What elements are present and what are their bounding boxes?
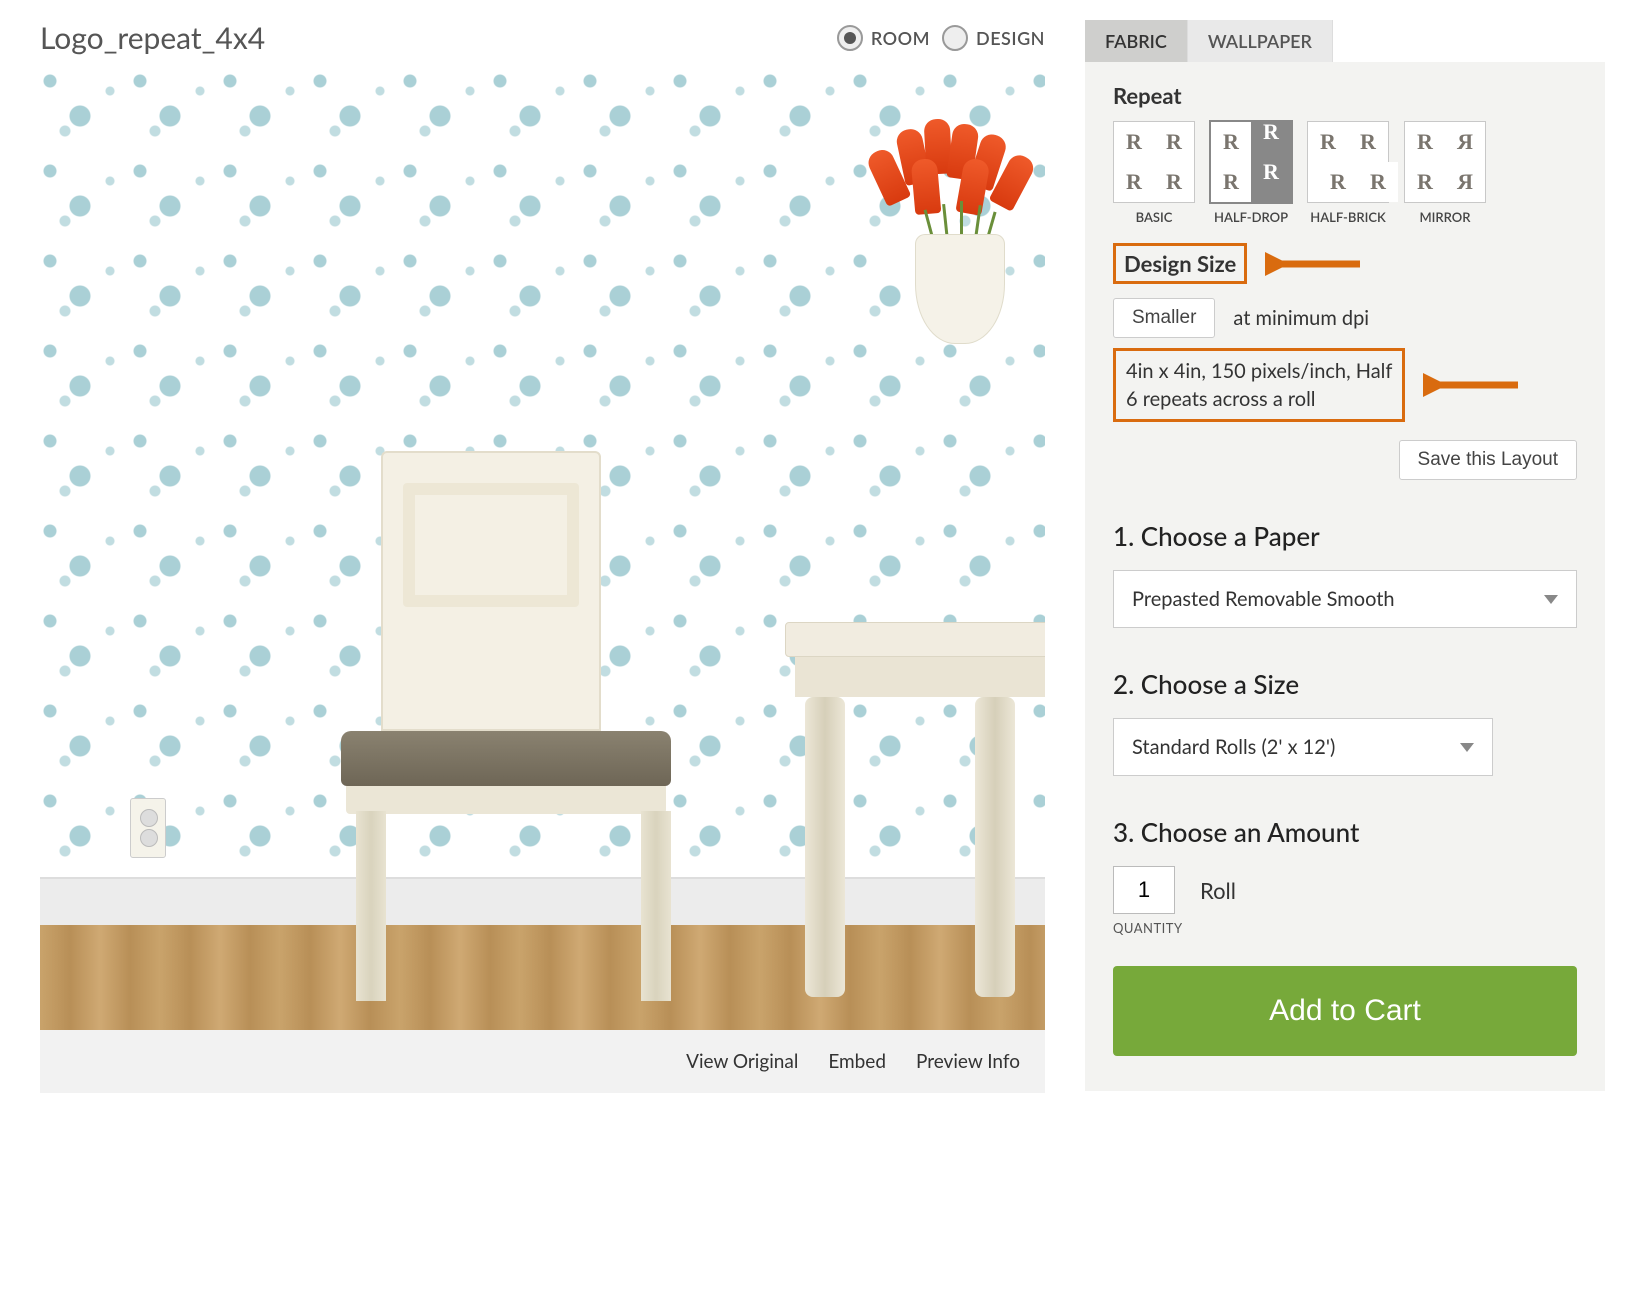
design-size-line2: 6 repeats across a roll [1126,385,1392,413]
arrow-annotation-icon [1423,370,1523,400]
choose-paper-heading: 1. Choose a Paper [1113,520,1577,552]
repeat-options: RRRR BASIC RR RR HALF-DROP RR RR HALF-BR… [1113,121,1577,225]
repeat-mirror[interactable]: RR RR MIRROR [1404,121,1486,225]
dpi-note: at minimum dpi [1233,306,1369,330]
radio-icon [837,25,863,51]
quantity-caption: QUANTITY [1113,920,1577,936]
design-size-line1: 4in x 4in, 150 pixels/inch, Half [1126,357,1392,385]
view-room-label: ROOM [871,27,930,49]
chevron-down-icon [1544,595,1558,604]
repeat-basic[interactable]: RRRR BASIC [1113,121,1195,225]
tab-wallpaper[interactable]: WALLPAPER [1188,20,1333,62]
design-size-highlight: Design Size [1113,243,1247,284]
paper-select[interactable]: Prepasted Removable Smooth [1113,570,1577,628]
repeat-half-brick-label: HALF-BRICK [1307,209,1389,225]
chair-illustration [301,451,661,1011]
design-size-info: 4in x 4in, 150 pixels/inch, Half 6 repea… [1113,348,1405,422]
paper-select-value: Prepasted Removable Smooth [1132,587,1395,611]
smaller-button[interactable]: Smaller [1113,298,1215,338]
save-layout-button[interactable]: Save this Layout [1399,440,1577,480]
view-toggle: ROOM DESIGN [837,25,1045,51]
product-tabs: FABRIC WALLPAPER [1085,20,1605,62]
repeat-mirror-label: MIRROR [1404,209,1486,225]
quantity-input[interactable] [1113,866,1175,914]
wall-outlet [130,798,166,858]
table-illustration [785,462,1045,1002]
design-size-label: Design Size [1124,250,1236,277]
view-design-radio[interactable]: DESIGN [942,25,1045,51]
embed-link[interactable]: Embed [828,1050,886,1073]
repeat-half-drop[interactable]: RR RR HALF-DROP [1210,121,1292,225]
preview-info-link[interactable]: Preview Info [916,1050,1020,1073]
size-select-value: Standard Rolls (2' x 12') [1132,735,1335,759]
preview-box: View Original Embed Preview Info [40,71,1045,1093]
repeat-basic-label: BASIC [1113,209,1195,225]
vase-illustration [895,119,1015,344]
choose-size-heading: 2. Choose a Size [1113,668,1577,700]
view-design-label: DESIGN [976,27,1045,49]
room-preview-image[interactable] [40,71,1045,1030]
quantity-unit: Roll [1200,877,1236,904]
repeat-half-brick[interactable]: RR RR HALF-BRICK [1307,121,1389,225]
repeat-heading: Repeat [1113,82,1577,109]
arrow-annotation-icon [1265,249,1365,279]
radio-icon [942,25,968,51]
size-select[interactable]: Standard Rolls (2' x 12') [1113,718,1493,776]
choose-amount-heading: 3. Choose an Amount [1113,816,1577,848]
product-title: Logo_repeat_4x4 [40,20,265,56]
repeat-half-drop-label: HALF-DROP [1210,209,1292,225]
add-to-cart-button[interactable]: Add to Cart [1113,966,1577,1056]
view-room-radio[interactable]: ROOM [837,25,930,51]
chevron-down-icon [1460,743,1474,752]
tab-fabric[interactable]: FABRIC [1085,20,1188,62]
view-original-link[interactable]: View Original [686,1050,798,1073]
